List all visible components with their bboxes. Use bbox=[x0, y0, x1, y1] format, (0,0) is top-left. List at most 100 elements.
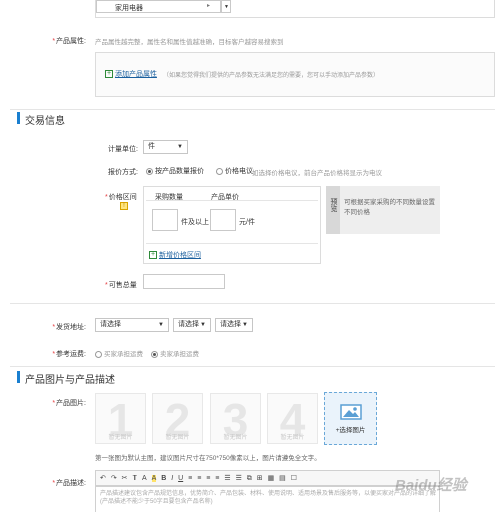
select-image-button[interactable]: +选择图片 bbox=[324, 392, 377, 445]
trade-section-title: 交易信息 bbox=[25, 116, 65, 127]
plus-icon: + bbox=[105, 70, 113, 79]
undo-icon[interactable]: ↶ bbox=[100, 474, 106, 482]
price-method-label: 报价方式: bbox=[108, 169, 138, 176]
list-ordered-icon[interactable]: ☰ bbox=[224, 474, 230, 482]
price-row-divider bbox=[146, 243, 318, 244]
font-color-icon[interactable]: A bbox=[142, 475, 147, 482]
unit-select[interactable]: 件 ▼ bbox=[143, 140, 188, 154]
underline-icon[interactable]: U bbox=[178, 475, 183, 482]
highlight-icon[interactable]: A bbox=[151, 475, 157, 482]
price-value-unit: 元/件 bbox=[239, 219, 255, 226]
copy-icon[interactable]: ⧉ bbox=[247, 475, 252, 483]
images-label: *产品图片: bbox=[52, 400, 86, 407]
add-attribute-label: 添加产品属性 bbox=[114, 71, 157, 78]
shipping-district-select[interactable]: 请选择 ▼ bbox=[215, 318, 253, 332]
price-preview-tab[interactable]: 预览 bbox=[326, 186, 340, 234]
align-right-icon[interactable]: ≡ bbox=[206, 475, 210, 482]
chevron-down-icon: ▼ bbox=[158, 322, 164, 328]
supply-input[interactable] bbox=[143, 274, 225, 289]
supply-label: *可售总量 bbox=[105, 282, 137, 289]
attributes-hint: 产品属性越完整，属性名和属性值越准确，目标客户越容易搜索到 bbox=[95, 39, 284, 46]
radio-selected-icon bbox=[146, 167, 153, 175]
image-slot-2[interactable]: 2 暂无图片 bbox=[152, 393, 203, 446]
media-section-title: 产品图片与产品描述 bbox=[25, 375, 115, 386]
price-method-hint: 如选择价格电议，前台产品价格将显示为电议 bbox=[252, 170, 382, 177]
freight-label: *参考运费: bbox=[52, 351, 86, 358]
price-method-option-negotiable[interactable]: 价格电议 bbox=[216, 166, 253, 176]
list-unordered-icon[interactable]: ☰ bbox=[236, 474, 242, 482]
chevron-down-icon: ▼ bbox=[242, 322, 248, 328]
add-attribute-hint: （如果您觉得我们提供的产品参数无法满足您的需要，您可以手动添加产品参数） bbox=[163, 73, 380, 79]
image-slot-3[interactable]: 3 暂无图片 bbox=[210, 393, 261, 446]
shipping-province-value: 请选择 bbox=[100, 321, 121, 328]
fullscreen-icon[interactable]: ☐ bbox=[291, 474, 297, 482]
freight-option-buyer[interactable]: 买家承担运费 bbox=[95, 348, 143, 358]
unit-label: 计量单位: bbox=[108, 146, 138, 153]
warning-icon: ! bbox=[120, 202, 128, 210]
cut-icon[interactable]: ✂ bbox=[122, 474, 128, 482]
price-preview-text: 可根据买家采购的不同数量设置不同价格 bbox=[344, 199, 435, 216]
image-slot-4[interactable]: 4 暂无图片 bbox=[267, 393, 318, 446]
image-slot-caption: 暂无图片 bbox=[165, 435, 190, 441]
editor-toolbar: ↶ ↷ ✂ 𝐓 A A B I U ≡ ≡ ≡ ≡ ☰ ☰ ⧉ ⊞ ▦ ▤ ☐ bbox=[95, 470, 440, 486]
description-editor[interactable]: 产品描述建议包含产品规范信息，优势简介、产品包装、材料、使用说明、适用场景及售后… bbox=[95, 486, 440, 512]
description-placeholder-line1: 产品描述建议包含产品规范信息，优势简介、产品包装、材料、使用说明、适用场景及售后… bbox=[100, 491, 437, 497]
shipping-district-value: 请选择 bbox=[220, 321, 241, 328]
image-slot-1[interactable]: 1 暂无图片 bbox=[95, 393, 146, 446]
add-attribute-link[interactable]: + 添加产品属性 bbox=[105, 69, 157, 79]
price-header-divider bbox=[146, 200, 318, 201]
category-select[interactable]: 家用电器 ▸ bbox=[96, 0, 221, 13]
font-size-icon[interactable]: 𝐓 bbox=[132, 475, 137, 483]
shipping-city-value: 请选择 bbox=[178, 321, 199, 328]
images-note: 第一张图为默认主图，建议图片尺寸在750*750像素以上，图片请遵免全文字。 bbox=[95, 455, 321, 462]
chevron-down-icon: ▼ bbox=[224, 4, 229, 10]
chevron-down-icon: ▼ bbox=[200, 322, 206, 328]
image-slot-caption: 暂无图片 bbox=[280, 435, 305, 441]
italic-icon[interactable]: I bbox=[171, 475, 173, 482]
align-left-icon[interactable]: ≡ bbox=[188, 475, 192, 482]
price-preview-panel: 可根据买家采购的不同数量设置不同价格 bbox=[340, 186, 440, 234]
add-price-range-link[interactable]: + 新增价格区间 bbox=[149, 250, 201, 260]
chevron-right-icon: ▸ bbox=[207, 3, 211, 9]
image-slot-caption: 暂无图片 bbox=[108, 435, 133, 441]
image-icon bbox=[339, 404, 362, 420]
freight-option2-label: 卖家承担运费 bbox=[159, 351, 199, 358]
section-bar bbox=[17, 112, 20, 124]
add-price-range-label: 新增价格区间 bbox=[158, 252, 201, 259]
radio-icon bbox=[216, 167, 223, 175]
description-placeholder-line2: (产品描述不能少于50字且要包含产品名称) bbox=[100, 499, 213, 505]
bold-icon[interactable]: B bbox=[161, 475, 166, 482]
chevron-down-icon: ▼ bbox=[177, 144, 183, 150]
radio-icon bbox=[95, 350, 102, 358]
price-qty-input[interactable] bbox=[152, 209, 178, 231]
price-preview-label: 预览 bbox=[330, 198, 337, 212]
description-label: *产品描述: bbox=[52, 480, 86, 487]
section-divider bbox=[10, 366, 495, 367]
align-center-icon[interactable]: ≡ bbox=[197, 475, 201, 482]
attributes-label: *产品属性: bbox=[52, 38, 86, 45]
image-slot-caption: 暂无图片 bbox=[223, 435, 248, 441]
image-insert-icon[interactable]: ▦ bbox=[268, 474, 275, 482]
watermark: Baidu经验 bbox=[395, 477, 467, 494]
paste-icon[interactable]: ▤ bbox=[279, 474, 286, 482]
shipping-province-select[interactable]: 请选择 ▼ bbox=[95, 318, 169, 332]
section-divider bbox=[10, 109, 495, 110]
select-image-label: +选择图片 bbox=[335, 427, 366, 434]
shipping-label: *发货地址: bbox=[52, 324, 86, 331]
redo-icon[interactable]: ↷ bbox=[111, 474, 117, 482]
align-justify-icon[interactable]: ≡ bbox=[215, 475, 219, 482]
section-bar bbox=[17, 371, 20, 383]
price-method-option-quantity[interactable]: 按产品数量报价 bbox=[146, 166, 204, 176]
shipping-city-select[interactable]: 请选择 ▼ bbox=[173, 318, 211, 332]
divider bbox=[10, 303, 495, 304]
category-select-extra[interactable]: ▼ bbox=[221, 0, 231, 13]
freight-option-seller[interactable]: 卖家承担运费 bbox=[151, 348, 199, 358]
radio-selected-icon bbox=[151, 350, 158, 358]
table-icon[interactable]: ⊞ bbox=[257, 474, 263, 482]
price-qty-unit: 件及以上 bbox=[181, 219, 209, 226]
price-value-input[interactable] bbox=[210, 209, 236, 231]
category-select-value: 家用电器 bbox=[115, 5, 143, 12]
price-range-label: *价格区间 bbox=[105, 194, 137, 201]
freight-option1-label: 买家承担运费 bbox=[103, 351, 143, 358]
price-method-option1-label: 按产品数量报价 bbox=[154, 168, 204, 175]
